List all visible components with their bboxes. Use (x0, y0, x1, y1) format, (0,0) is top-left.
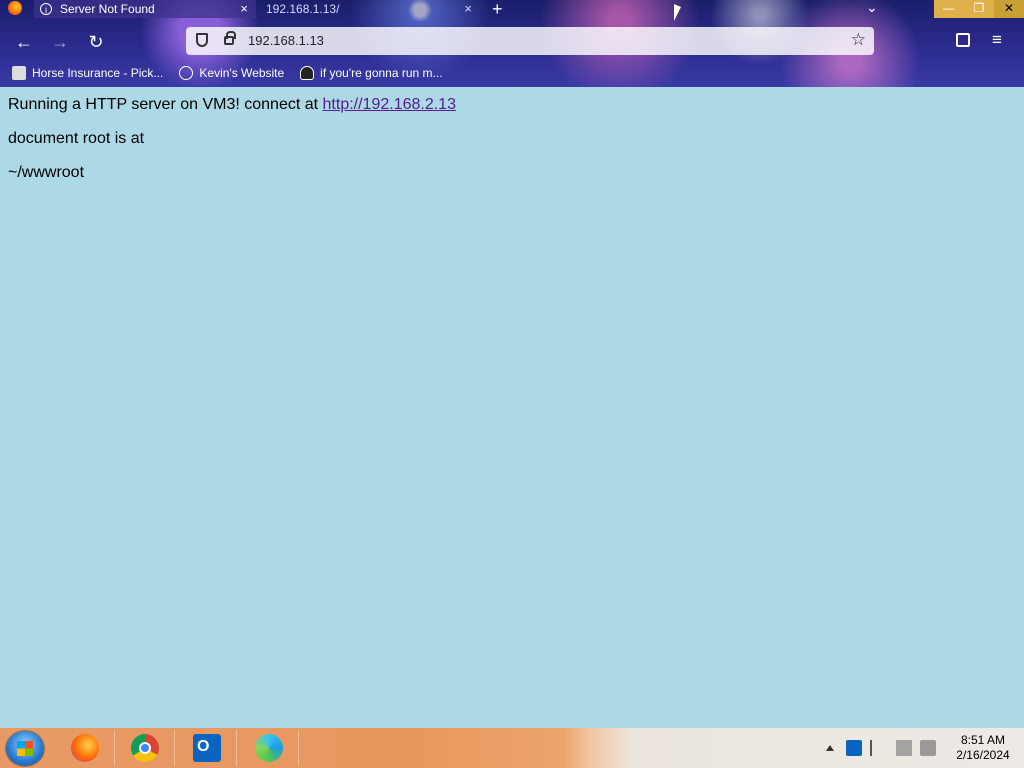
taskbar-chrome[interactable] (118, 730, 175, 766)
bookmark-if-youre-gonna[interactable]: if you're gonna run m... (300, 66, 443, 80)
action-center-flag-icon[interactable] (870, 740, 888, 756)
bookmark-label: Horse Insurance - Pick... (32, 66, 164, 80)
info-icon: i (40, 3, 52, 15)
minimize-button[interactable]: — (934, 0, 964, 18)
extensions-icon[interactable] (956, 33, 970, 47)
server-link[interactable]: http://192.168.2.13 (323, 96, 456, 113)
tab-title: Server Not Found (60, 2, 155, 16)
shield-icon[interactable] (196, 33, 208, 47)
browser-chrome: i Server Not Found × 192.168.1.13/ × + ⌄… (0, 0, 1024, 87)
system-tray (826, 740, 944, 756)
tab-title: 192.168.1.13/ (266, 2, 340, 16)
url-text[interactable]: 192.168.1.13 (248, 33, 324, 48)
server-info-line: Running a HTTP server on VM3! connect at… (8, 96, 456, 114)
page-favicon-icon (300, 66, 315, 80)
doc-root-label: document root is at (8, 130, 145, 147)
hamburger-menu-icon[interactable]: ≡ (992, 30, 1002, 50)
volume-muted-icon[interactable] (920, 740, 936, 756)
show-hidden-icons-icon[interactable] (826, 745, 834, 751)
server-info-text: Running a HTTP server on VM3! connect at (8, 96, 323, 113)
tab-server-not-found[interactable]: i Server Not Found × (34, 0, 256, 18)
close-icon[interactable]: × (464, 1, 472, 16)
close-icon[interactable]: × (240, 1, 248, 16)
bookmark-horse-insurance[interactable]: Horse Insurance - Pick... (12, 66, 163, 80)
bookmark-label: if you're gonna run m... (320, 66, 443, 80)
firefox-icon (71, 734, 99, 762)
bookmarks-toolbar: Horse Insurance - Pick... Kevin's Websit… (0, 62, 447, 84)
clock[interactable]: 8:51 AM 2/16/2024 (950, 733, 1016, 763)
network-icon[interactable] (896, 740, 912, 756)
tab-192-168-1-13[interactable]: 192.168.1.13/ × (258, 0, 480, 18)
window-controls: — ❐ ✕ (934, 0, 1024, 18)
maximize-button[interactable]: ❐ (964, 0, 994, 18)
taskbar-outlook[interactable] (180, 730, 237, 766)
start-button[interactable] (6, 731, 44, 766)
reload-button[interactable]: ↻ (84, 32, 108, 53)
firefox-menu-icon[interactable] (8, 1, 22, 15)
close-window-button[interactable]: ✕ (994, 0, 1024, 18)
page-favicon-icon (12, 66, 26, 80)
clock-date: 2/16/2024 (956, 748, 1010, 762)
taskbar-firefox[interactable] (58, 730, 115, 766)
bookmark-kevins-website[interactable]: Kevin's Website (179, 66, 284, 80)
back-button[interactable]: ← (12, 32, 36, 53)
page-content: Running a HTTP server on VM3! connect at… (0, 87, 1024, 728)
clock-time: 8:51 AM (960, 733, 1006, 747)
outlook-icon (193, 734, 221, 762)
doc-root-path: ~/wwwroot (8, 164, 85, 181)
forward-button[interactable]: → (48, 32, 72, 53)
bookmark-label: Kevin's Website (199, 66, 285, 80)
edge-icon (255, 734, 283, 762)
globe-icon (179, 66, 194, 80)
taskbar-edge[interactable] (242, 730, 299, 766)
list-tabs-button[interactable]: ⌄ (866, 0, 878, 16)
new-tab-button[interactable]: + (492, 0, 503, 20)
taskbar: 8:51 AM 2/16/2024 (0, 728, 1024, 768)
chrome-icon (131, 734, 159, 762)
mouse-cursor-icon (674, 4, 681, 21)
insecure-lock-icon[interactable] (224, 31, 236, 45)
outlook-tray-icon[interactable] (846, 740, 862, 756)
url-bar[interactable]: 192.168.1.13 ☆ (186, 27, 874, 55)
bookmark-star-icon[interactable]: ☆ (851, 30, 866, 50)
